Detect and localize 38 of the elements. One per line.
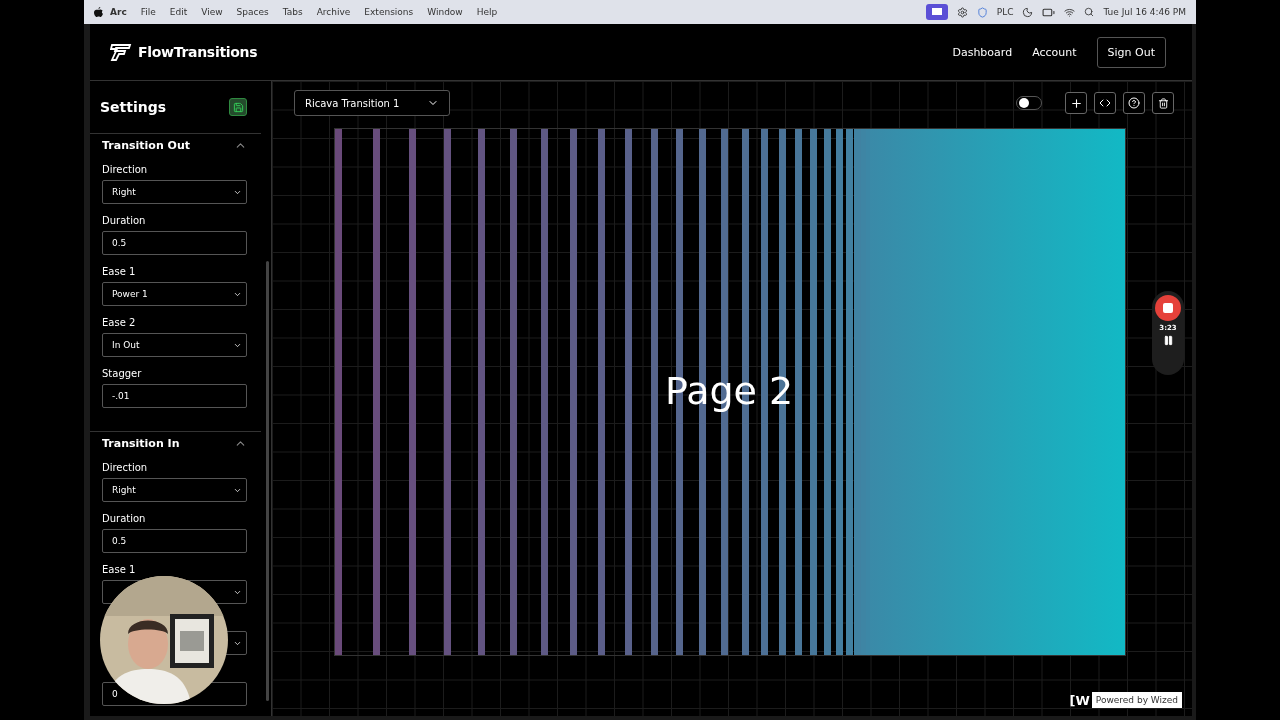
field-label: Ease 2 bbox=[102, 317, 137, 328]
select-field[interactable]: Right bbox=[102, 180, 247, 204]
nav-link[interactable]: Account bbox=[1032, 45, 1077, 59]
menu-item[interactable]: Window bbox=[420, 7, 470, 17]
menu-item[interactable]: File bbox=[133, 7, 163, 17]
menu-item[interactable]: Arc bbox=[103, 7, 134, 17]
status-text[interactable]: PLC bbox=[996, 7, 1014, 17]
input-field[interactable]: -.01 bbox=[102, 384, 247, 408]
select-field[interactable]: Power 1 bbox=[102, 282, 247, 306]
clock-text[interactable]: Tue Jul 16 4:46 PM bbox=[1103, 7, 1186, 17]
sidebar-title: Settings bbox=[100, 99, 167, 115]
menu-item[interactable]: Tabs bbox=[275, 7, 310, 17]
field-label: Direction bbox=[102, 164, 149, 175]
field-label: Duration bbox=[102, 513, 147, 524]
field-label: Ease 1 bbox=[102, 266, 137, 277]
transition-select[interactable]: Ricava Transition 1 bbox=[294, 90, 450, 116]
logo-text: FlowTransitions bbox=[138, 44, 258, 60]
select-field[interactable]: In Out bbox=[102, 333, 247, 357]
sign-out-button[interactable]: Sign Out bbox=[1096, 36, 1166, 68]
input-field[interactable]: 0.5 bbox=[102, 529, 247, 553]
wized-logo[interactable]: [W bbox=[1069, 692, 1090, 708]
section-header[interactable]: Transition In bbox=[102, 432, 247, 462]
field-value[interactable]: 0 bbox=[112, 689, 118, 699]
field-label: Stagger bbox=[102, 368, 143, 379]
menu-item[interactable]: Archive bbox=[309, 7, 358, 17]
menu-item[interactable]: View bbox=[194, 7, 230, 17]
input-field[interactable]: 0.5 bbox=[102, 231, 247, 255]
select-field[interactable]: Right bbox=[102, 478, 247, 502]
nav-link[interactable]: Dashboard bbox=[952, 45, 1013, 59]
menu-item[interactable]: Extensions bbox=[357, 7, 421, 17]
powered-by-badge[interactable]: Powered by Wized bbox=[1091, 692, 1182, 708]
section-header[interactable]: Transition Out bbox=[102, 134, 247, 164]
menu-item[interactable]: Spaces bbox=[229, 7, 276, 17]
menu-item[interactable]: Edit bbox=[162, 7, 195, 17]
field-label: Direction bbox=[102, 462, 149, 473]
field-label: Ease 1 bbox=[102, 564, 137, 575]
menu-item[interactable]: Help bbox=[469, 7, 505, 17]
field-label: Duration bbox=[102, 215, 147, 226]
